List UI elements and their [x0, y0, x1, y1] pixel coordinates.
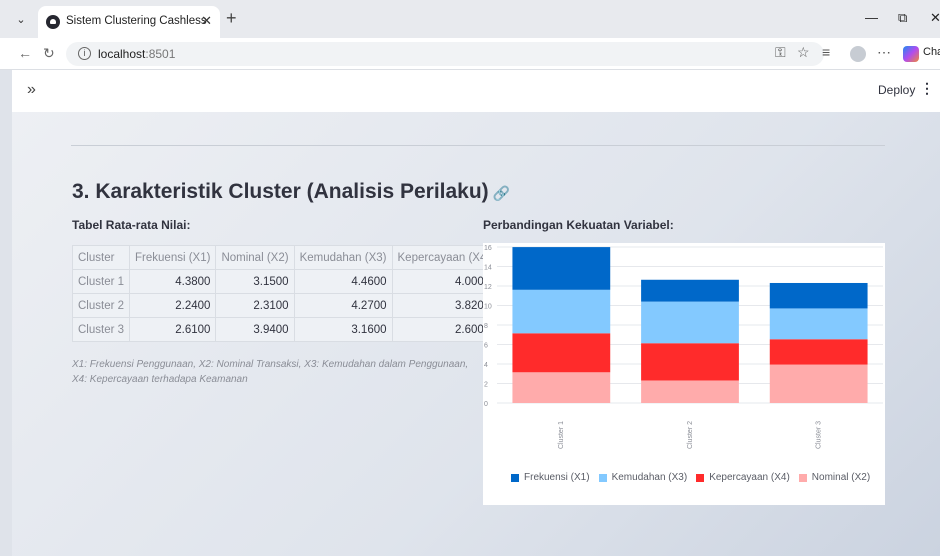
browser-tab[interactable]: Sistem Clustering Cashless ✕	[38, 6, 220, 38]
x-tick-label: Cluster 1	[558, 421, 565, 449]
address-bar: ← ↻ i localhost:8501 ⚿ ☆ ≡ ⋯	[0, 38, 940, 70]
browser-tab-bar: ⌄ Sistem Clustering Cashless ✕ + — ⧉ ✕	[0, 0, 940, 38]
expand-sidebar-icon[interactable]: »	[27, 81, 36, 99]
column-header[interactable]: Kepercayaan (X4)	[391, 245, 497, 270]
legend-swatch-icon	[511, 473, 519, 482]
divider	[71, 145, 885, 146]
legend-swatch-icon	[696, 473, 705, 482]
bar-segment[interactable]	[641, 380, 739, 403]
table-cell[interactable]: 2.6000	[391, 317, 497, 342]
chart-title: Perbandingan Kekuatan Variabel:	[483, 218, 674, 232]
y-tick-label: 6	[484, 343, 488, 350]
window-close-icon[interactable]: ✕	[930, 10, 940, 26]
chart-svg: 0 2 4 6 8 10 12 14 16 Cluster 1 Cluster 2 Cluster 3	[484, 245, 883, 449]
streamlit-favicon-icon	[46, 15, 60, 29]
copilot-icon[interactable]	[903, 46, 919, 62]
table-cell[interactable]: Cluster 2	[71, 293, 131, 318]
copilot-label: Cha	[923, 46, 940, 58]
y-tick-label: 10	[484, 304, 492, 311]
legend-item[interactable]: Nominal (X2)	[798, 472, 871, 483]
legend-item[interactable]: Frekuensi (X1)	[511, 472, 590, 483]
bar-segment[interactable]	[512, 289, 611, 334]
site-info-icon[interactable]: i	[78, 47, 91, 60]
y-tick-label: 8	[484, 323, 488, 330]
table-cell[interactable]: 4.3800	[129, 269, 217, 294]
table-cell[interactable]: 4.0000	[391, 269, 497, 294]
back-arrow-icon[interactable]: ←	[18, 45, 32, 61]
table-cell[interactable]: 3.1500	[215, 269, 295, 294]
bar-segment[interactable]	[769, 282, 868, 309]
table-cell[interactable]: 3.8200	[391, 293, 497, 318]
column-header[interactable]: Cluster	[71, 245, 131, 270]
legend-swatch-icon	[598, 473, 607, 482]
x-tick-label: Cluster 2	[687, 421, 694, 449]
table-cell[interactable]: 4.2700	[293, 293, 393, 318]
y-tick-label: 4	[484, 362, 488, 369]
table-cell[interactable]: Cluster 3	[71, 317, 131, 342]
bar-segment[interactable]	[769, 339, 868, 365]
y-tick-label: 0	[484, 401, 488, 408]
table-header-row: Cluster Frekuensi (X1) Nominal (X2) Kemu…	[71, 245, 497, 270]
variable-note: X1: Frekuensi Penggunaan, X2: Nominal Tr…	[72, 359, 469, 385]
y-tick-label: 16	[484, 245, 492, 252]
bar-segment[interactable]	[512, 372, 611, 403]
bar-segment[interactable]	[641, 279, 739, 302]
cluster-mean-table[interactable]: Cluster Frekuensi (X1) Nominal (X2) Kemu…	[71, 245, 497, 342]
bar-segment[interactable]	[769, 308, 868, 340]
column-header[interactable]: Kemudahan (X3)	[293, 245, 393, 270]
table-cell[interactable]: Cluster 1	[71, 269, 131, 294]
y-tick-label: 2	[484, 382, 488, 389]
new-tab-plus-icon[interactable]: +	[226, 8, 237, 29]
tab-close-icon[interactable]: ✕	[201, 13, 212, 29]
url-field[interactable]: i localhost:8501	[66, 42, 824, 66]
table-cell[interactable]: 2.2400	[129, 293, 217, 318]
stacked-bar-chart[interactable]: 0 2 4 6 8 10 12 14 16 Cluster 1 Cluster 2 Cluster 3…	[483, 243, 885, 505]
main-menu-icon[interactable]: ⋮	[920, 80, 934, 97]
bar-segment[interactable]	[769, 364, 868, 403]
tab-title: Sistem Clustering Cashless	[66, 15, 207, 27]
y-tick-label: 14	[484, 265, 492, 272]
legend-label: Kepercayaan (X4)	[709, 472, 790, 483]
key-icon[interactable]: ⚿	[775, 44, 786, 61]
table-row: Cluster 2 2.2400 2.3100 4.2700 3.8200	[71, 293, 497, 318]
legend-label: Kemudahan (X3)	[611, 472, 688, 483]
bar-segment[interactable]	[641, 343, 739, 381]
anchor-link-icon[interactable]: 🔗	[493, 185, 510, 201]
app-main: » Deploy ⋮ 3. Karakteristik Cluster (Ana…	[12, 70, 940, 556]
url-text: localhost:8501	[98, 47, 176, 61]
profile-avatar[interactable]	[850, 46, 866, 62]
table-cell[interactable]: 2.6100	[129, 317, 217, 342]
table-cell[interactable]: 4.4600	[293, 269, 393, 294]
restore-icon[interactable]: ⧉	[898, 10, 907, 26]
chart-legend: Frekuensi (X1) Kemudahan (X3) Kepercayaan …	[511, 472, 870, 483]
deploy-button[interactable]: Deploy	[878, 83, 915, 97]
y-tick-label: 12	[484, 284, 492, 291]
page-title: 3. Karakteristik Cluster (Analisis Peril…	[72, 180, 511, 203]
table-cell[interactable]: 3.9400	[215, 317, 295, 342]
bar-segment[interactable]	[512, 333, 611, 373]
favorite-star-icon[interactable]: ☆	[797, 44, 810, 61]
legend-item[interactable]: Kemudahan (X3)	[598, 472, 688, 483]
legend-label: Nominal (X2)	[811, 472, 871, 483]
legend-label: Frekuensi (X1)	[524, 472, 590, 483]
favorites-list-icon[interactable]: ≡	[822, 44, 830, 60]
bar-segment[interactable]	[641, 301, 739, 344]
table-row: Cluster 3 2.6100 3.9400 3.1600 2.6000	[71, 317, 497, 342]
tab-list-chevron-icon[interactable]: ⌄	[12, 11, 30, 29]
table-cell[interactable]: 3.1600	[293, 317, 393, 342]
more-menu-icon[interactable]: ⋯	[877, 44, 891, 61]
bar-segment[interactable]	[512, 247, 611, 290]
table-title: Tabel Rata-rata Nilai:	[72, 218, 191, 232]
x-tick-label: Cluster 3	[816, 421, 823, 449]
legend-swatch-icon	[798, 473, 807, 482]
column-header[interactable]: Frekuensi (X1)	[129, 245, 217, 270]
reload-icon[interactable]: ↻	[43, 45, 55, 62]
table-row: Cluster 1 4.3800 3.1500 4.4600 4.0000	[71, 269, 497, 294]
minimize-icon[interactable]: —	[865, 10, 878, 25]
legend-item[interactable]: Kepercayaan (X4)	[696, 472, 790, 483]
table-cell[interactable]: 2.3100	[215, 293, 295, 318]
column-header[interactable]: Nominal (X2)	[215, 245, 295, 270]
app-header: » Deploy ⋮	[12, 70, 940, 112]
